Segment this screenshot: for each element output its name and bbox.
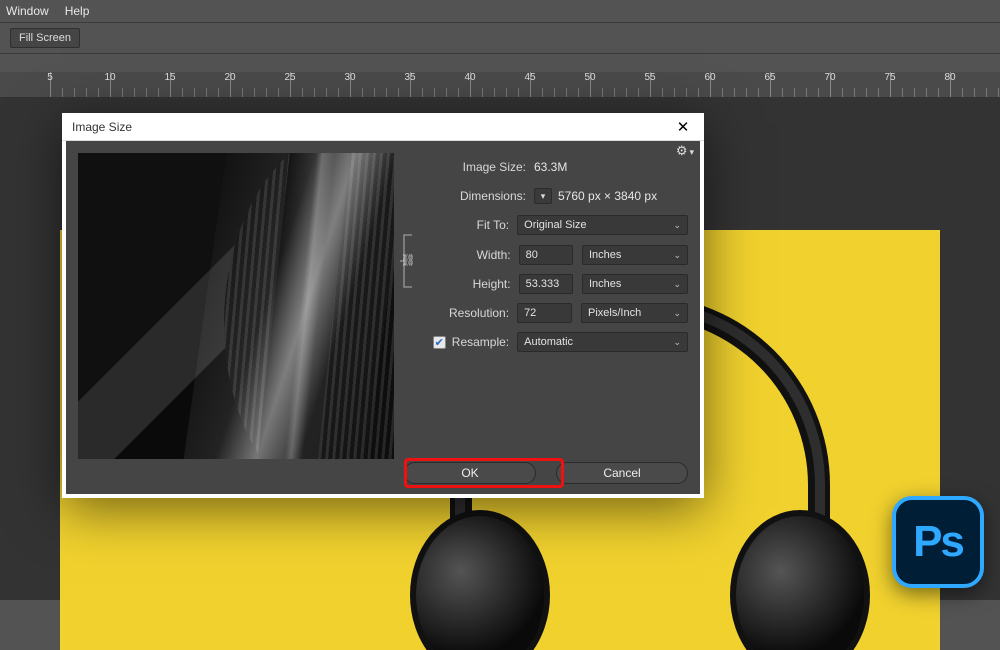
ruler-tick-label: 55 [644,72,655,83]
resolution-input[interactable]: 72 [517,303,572,323]
image-preview[interactable] [78,153,394,459]
resample-select[interactable]: Automatic ⌄ [517,332,688,352]
chevron-down-icon: ⌄ [673,337,681,348]
resolution-unit-select[interactable]: Pixels/Inch ⌄ [581,303,688,323]
height-input[interactable]: 53.333 [519,274,574,294]
dimensions-label: Dimensions: [404,189,534,203]
fit-to-select[interactable]: Original Size ⌄ [517,215,688,235]
ruler-tick-label: 50 [584,72,595,83]
ruler-tick-label: 10 [104,72,115,83]
resolution-label: Resolution: [404,306,517,320]
ruler-tick-label: 65 [764,72,775,83]
ruler-tick-label: 5 [47,72,53,83]
fit-to-value: Original Size [524,219,586,231]
width-value: 80 [526,249,538,261]
cancel-button[interactable]: Cancel [556,462,688,484]
height-unit-select[interactable]: Inches ⌄ [582,274,688,294]
ruler-tick-label: 80 [944,72,955,83]
ruler-tick-label: 20 [224,72,235,83]
fit-to-label: Fit To: [404,218,517,232]
height-label: Height: [422,277,519,291]
ruler-tick-label: 45 [524,72,535,83]
width-unit: Inches [589,249,621,261]
ruler-tick-label: 75 [884,72,895,83]
chevron-down-icon: ▾ [541,191,546,202]
ruler-tick-label: 15 [164,72,175,83]
chevron-down-icon: ⌄ [673,220,681,231]
chevron-down-icon: ⌄ [673,279,681,290]
width-label: Width: [422,248,519,262]
resample-value: Automatic [524,336,573,348]
menu-window[interactable]: Window [6,4,49,18]
ruler-tick-label: 35 [404,72,415,83]
fill-screen-button[interactable]: Fill Screen [10,28,80,48]
image-size-value: 63.3M [534,160,567,174]
ruler-tick-label: 40 [464,72,475,83]
chevron-down-icon: ⌄ [673,308,681,319]
resolution-value: 72 [524,307,536,319]
menu-help[interactable]: Help [65,4,90,18]
ruler-tick-label: 25 [284,72,295,83]
resolution-unit: Pixels/Inch [588,307,641,319]
horizontal-ruler: 5 10 15 20 25 30 35 40 45 50 55 60 65 70 75 80 [0,72,1000,98]
image-size-dialog: Image Size ✕ ⚙▾ Image Size: 63.3M Dimens… [62,113,704,498]
dialog-titlebar[interactable]: Image Size ✕ [62,113,704,141]
menu-bar: Window Help [0,0,1000,22]
ruler-tick-label: 70 [824,72,835,83]
ruler-tick-label: 60 [704,72,715,83]
width-input[interactable]: 80 [519,245,574,265]
height-unit: Inches [589,278,621,290]
height-value: 53.333 [526,278,560,290]
chevron-down-icon: ⌄ [673,250,681,261]
ruler-tick-label: 30 [344,72,355,83]
image-size-label: Image Size: [404,160,534,174]
resample-label: Resample: [452,335,509,349]
width-unit-select[interactable]: Inches ⌄ [582,245,688,265]
photoshop-logo: Ps [892,496,984,588]
link-icon[interactable]: ⛓ [401,250,415,270]
ok-button[interactable]: OK [404,462,536,484]
photoshop-logo-text: Ps [913,517,963,567]
options-bar: Fill Screen [0,22,1000,54]
dialog-title: Image Size [72,120,132,134]
resample-checkbox[interactable]: ✔ [433,336,446,349]
close-icon[interactable]: ✕ [672,116,694,138]
dimensions-toggle[interactable]: ▾ [534,188,552,204]
dimensions-value: 5760 px × 3840 px [558,189,657,203]
